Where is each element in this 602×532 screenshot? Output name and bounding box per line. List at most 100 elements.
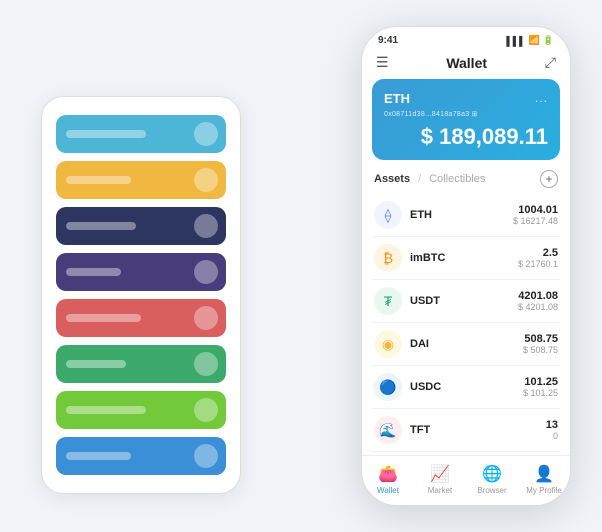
asset-amount: 13 <box>546 419 558 431</box>
page-title: Wallet <box>446 55 487 71</box>
asset-amount: 1004.01 <box>513 204 558 216</box>
card-line-3 <box>66 268 121 276</box>
asset-usd: $ 4201.08 <box>518 302 558 312</box>
nav-item-my-profile[interactable]: 👤 My Profile <box>518 464 570 495</box>
card-line-1 <box>66 176 131 184</box>
asset-icon-usdc: 🔵 <box>374 373 402 401</box>
assets-divider: / <box>418 173 421 185</box>
card-stack <box>41 96 241 494</box>
phone-mockup: 9:41 ▌▌▌ 📶 🔋 ☰ Wallet ⤢ ETH ... 0x08711d… <box>361 26 571 506</box>
nav-icon-browser: 🌐 <box>482 464 502 484</box>
signal-icon: ▌▌▌ <box>506 36 525 46</box>
card-line-6 <box>66 406 146 414</box>
card-item-6[interactable] <box>56 391 226 429</box>
card-item-5[interactable] <box>56 345 226 383</box>
asset-name-usdc: USDC <box>410 381 523 393</box>
asset-usd: $ 508.75 <box>523 345 558 355</box>
eth-card-amount: $ 189,089.11 <box>384 124 548 150</box>
asset-icon-dai: ◉ <box>374 330 402 358</box>
card-dot-7 <box>194 444 218 468</box>
asset-values-imbtc: 2.5$ 21760.1 <box>518 247 558 269</box>
asset-values-tft: 130 <box>546 419 558 441</box>
wifi-icon: 📶 <box>529 35 540 46</box>
phone-header: ☰ Wallet ⤢ <box>362 50 570 79</box>
eth-card-label: ETH <box>384 91 410 106</box>
nav-icon-market: 📈 <box>430 464 450 484</box>
assets-tabs: Assets / Collectibles <box>374 173 485 185</box>
card-dot-1 <box>194 168 218 192</box>
card-item-2[interactable] <box>56 207 226 245</box>
eth-card-address: 0x08711d38...8418a78a3 ⊞ <box>384 110 548 118</box>
asset-row-eth[interactable]: ⟠ ETH1004.01$ 16217.48 <box>372 194 560 237</box>
card-line-7 <box>66 452 131 460</box>
nav-icon-my-profile: 👤 <box>534 464 554 484</box>
asset-icon-tft: 🌊 <box>374 416 402 444</box>
assets-tab-collectibles[interactable]: Collectibles <box>429 173 485 185</box>
card-dot-3 <box>194 260 218 284</box>
asset-row-dai[interactable]: ◉ DAI508.75$ 508.75 <box>372 323 560 366</box>
nav-label-wallet: Wallet <box>377 486 399 495</box>
asset-usd: $ 16217.48 <box>513 216 558 226</box>
status-bar: 9:41 ▌▌▌ 📶 🔋 <box>362 27 570 50</box>
card-item-4[interactable] <box>56 299 226 337</box>
asset-values-usdt: 4201.08$ 4201.08 <box>518 290 558 312</box>
card-item-3[interactable] <box>56 253 226 291</box>
assets-add-button[interactable]: + <box>540 170 558 188</box>
nav-label-browser: Browser <box>477 486 506 495</box>
assets-header: Assets / Collectibles + <box>372 170 560 188</box>
asset-name-imbtc: imBTC <box>410 252 518 264</box>
asset-list: ⟠ ETH1004.01$ 16217.48 ₿ imBTC2.5$ 21760.1 ₮… <box>372 194 560 452</box>
card-line-2 <box>66 222 136 230</box>
bottom-nav: 👛 Wallet 📈 Market 🌐 Browser 👤 My Profile <box>362 455 570 505</box>
expand-icon[interactable]: ⤢ <box>545 54 556 71</box>
nav-icon-wallet: 👛 <box>378 464 398 484</box>
card-item-1[interactable] <box>56 161 226 199</box>
card-dot-4 <box>194 306 218 330</box>
asset-usd: 0 <box>546 431 558 441</box>
nav-label-market: Market <box>428 486 452 495</box>
eth-card-top: ETH ... <box>384 91 548 106</box>
asset-amount: 101.25 <box>523 376 558 388</box>
asset-row-tft[interactable]: 🌊 TFT130 <box>372 409 560 452</box>
phone-body: ETH ... 0x08711d38...8418a78a3 ⊞ $ 189,0… <box>362 79 570 455</box>
asset-name-tft: TFT <box>410 424 546 436</box>
status-icons: ▌▌▌ 📶 🔋 <box>506 35 554 46</box>
asset-row-usdc[interactable]: 🔵 USDC101.25$ 101.25 <box>372 366 560 409</box>
asset-amount: 508.75 <box>523 333 558 345</box>
asset-name-usdt: USDT <box>410 295 518 307</box>
assets-tab-active[interactable]: Assets <box>374 173 410 185</box>
eth-card-menu[interactable]: ... <box>535 91 548 105</box>
asset-values-usdc: 101.25$ 101.25 <box>523 376 558 398</box>
asset-amount: 2.5 <box>518 247 558 259</box>
card-line-4 <box>66 314 141 322</box>
menu-icon[interactable]: ☰ <box>376 54 389 71</box>
nav-item-market[interactable]: 📈 Market <box>414 464 466 495</box>
card-item-0[interactable] <box>56 115 226 153</box>
card-dot-5 <box>194 352 218 376</box>
asset-name-eth: ETH <box>410 209 513 221</box>
asset-amount: 4201.08 <box>518 290 558 302</box>
asset-icon-imbtc: ₿ <box>374 244 402 272</box>
eth-address-copy-icon[interactable]: ⊞ <box>472 111 478 118</box>
asset-row-imbtc[interactable]: ₿ imBTC2.5$ 21760.1 <box>372 237 560 280</box>
card-dot-6 <box>194 398 218 422</box>
asset-icon-usdt: ₮ <box>374 287 402 315</box>
card-line-0 <box>66 130 146 138</box>
asset-row-usdt[interactable]: ₮ USDT4201.08$ 4201.08 <box>372 280 560 323</box>
nav-label-my-profile: My Profile <box>526 486 562 495</box>
nav-item-wallet[interactable]: 👛 Wallet <box>362 464 414 495</box>
eth-card[interactable]: ETH ... 0x08711d38...8418a78a3 ⊞ $ 189,0… <box>372 79 560 160</box>
card-item-7[interactable] <box>56 437 226 475</box>
scene: 9:41 ▌▌▌ 📶 🔋 ☰ Wallet ⤢ ETH ... 0x08711d… <box>21 16 581 516</box>
battery-icon: 🔋 <box>543 35 554 46</box>
card-line-5 <box>66 360 126 368</box>
card-dot-0 <box>194 122 218 146</box>
status-time: 9:41 <box>378 35 398 46</box>
card-dot-2 <box>194 214 218 238</box>
asset-values-eth: 1004.01$ 16217.48 <box>513 204 558 226</box>
asset-usd: $ 101.25 <box>523 388 558 398</box>
asset-icon-eth: ⟠ <box>374 201 402 229</box>
nav-item-browser[interactable]: 🌐 Browser <box>466 464 518 495</box>
asset-name-dai: DAI <box>410 338 523 350</box>
asset-values-dai: 508.75$ 508.75 <box>523 333 558 355</box>
